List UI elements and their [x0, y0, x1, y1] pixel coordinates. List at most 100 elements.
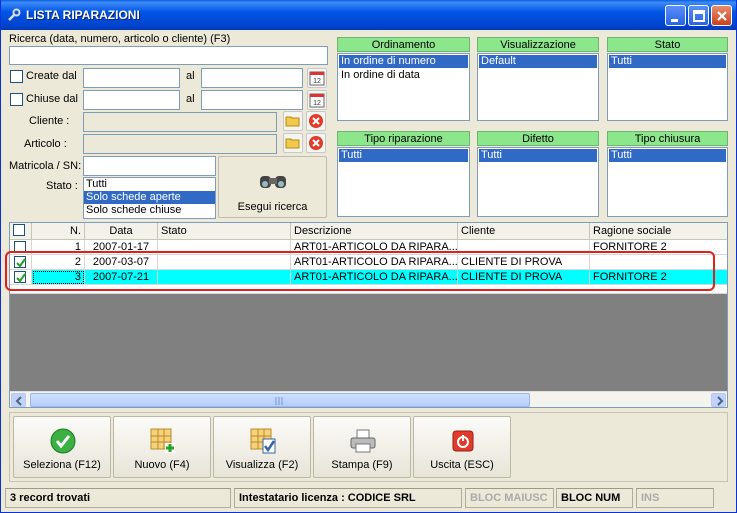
arrow-left-icon [15, 396, 22, 406]
header-descrizione[interactable]: Descrizione [291, 223, 458, 239]
window-title: LISTA RIPARAZIONI [26, 8, 140, 22]
row-checkbox[interactable] [14, 271, 26, 283]
header-n[interactable]: N. [32, 223, 85, 239]
clear-icon [309, 136, 323, 150]
grip-icon [275, 397, 283, 405]
arrow-right-icon [717, 396, 724, 406]
scroll-right-button[interactable] [711, 393, 726, 407]
table-row[interactable]: 2 2007-03-07 ART01-ARTICOLO DA RIPARA...… [10, 255, 727, 270]
created-checkbox[interactable] [10, 70, 23, 83]
folder-icon [285, 138, 300, 149]
row-checkbox-cell[interactable] [10, 240, 32, 255]
ordinamento-option-numero[interactable]: In ordine di numero [339, 55, 468, 68]
visualizzazione-list[interactable]: Default [477, 53, 599, 121]
cell-cliente: CLIENTE DI PROVA [458, 255, 590, 270]
nuovo-button[interactable]: Nuovo (F4) [113, 416, 211, 478]
articolo-clear-button[interactable] [306, 133, 326, 153]
stato-list[interactable]: Tutti Solo schede aperte Solo schede chi… [83, 177, 216, 219]
tipo-riparazione-option-tutti[interactable]: Tutti [339, 149, 468, 162]
header-select-all[interactable] [10, 223, 32, 239]
maximize-button[interactable] [688, 5, 709, 26]
closed-checkbox[interactable] [10, 93, 23, 106]
visualizza-label: Visualizza (F2) [225, 459, 299, 471]
articolo-browse-button[interactable] [283, 133, 303, 153]
search-input[interactable] [9, 46, 328, 65]
stato-option-tutti[interactable]: Tutti [84, 178, 215, 191]
header-data[interactable]: Data [85, 223, 158, 239]
table-row[interactable]: 1 2007-01-17 ART01-ARTICOLO DA RIPARA...… [10, 240, 727, 255]
row-checkbox-cell[interactable] [10, 270, 32, 285]
tipo-chiusura-list[interactable]: Tutti [607, 147, 728, 217]
close-button[interactable] [711, 5, 732, 26]
cliente-label: Cliente : [29, 115, 70, 127]
stampa-label: Stampa (F9) [331, 459, 393, 471]
tipo-riparazione-list[interactable]: Tutti [337, 147, 470, 217]
search-label: Ricerca (data, numero, articolo o client… [9, 33, 231, 45]
select-all-checkbox[interactable] [13, 224, 25, 236]
visualizzazione-option-default[interactable]: Default [479, 55, 597, 68]
grid-header: N. Data Stato Descrizione Cliente Ragion… [10, 223, 727, 240]
cell-stato [158, 270, 291, 285]
results-grid[interactable]: N. Data Stato Descrizione Cliente Ragion… [9, 222, 728, 408]
created-calendar-button[interactable]: 12 [307, 68, 327, 88]
horizontal-scrollbar[interactable] [10, 391, 727, 407]
stampa-button[interactable]: Stampa (F9) [313, 416, 411, 478]
created-to-input[interactable] [201, 68, 303, 88]
cell-stato [158, 255, 291, 270]
title-bar[interactable]: LISTA RIPARAZIONI [1, 0, 736, 30]
cell-ragione-sociale: FORNITORE 2 [590, 270, 727, 285]
cliente-clear-button[interactable] [306, 111, 326, 131]
matricola-input[interactable] [83, 156, 216, 176]
calendar-day-label: 12 [313, 78, 321, 85]
table-row-selected[interactable]: 3 2007-07-21 ART01-ARTICOLO DA RIPARA...… [10, 270, 727, 285]
row-checkbox-cell[interactable] [10, 255, 32, 270]
closed-from-input[interactable] [83, 90, 180, 110]
stato-option-aperte[interactable]: Solo schede aperte [84, 191, 215, 204]
ordinamento-header: Ordinamento [337, 37, 470, 52]
header-stato[interactable]: Stato [158, 223, 291, 239]
cell-n: 1 [32, 240, 85, 255]
empty-new-row[interactable] [10, 285, 727, 294]
minimize-button[interactable] [665, 5, 686, 26]
row-checkbox[interactable] [14, 256, 26, 268]
search-button-label: Esegui ricerca [237, 201, 308, 213]
cell-data: 2007-01-17 [85, 240, 158, 255]
header-cliente[interactable]: Cliente [458, 223, 590, 239]
cell-n: 3 [32, 270, 85, 285]
closed-to-input[interactable] [201, 90, 303, 110]
cell-cliente: CLIENTE DI PROVA [458, 270, 590, 285]
calendar-day-label: 12 [313, 100, 321, 107]
tipo-chiusura-option-tutti[interactable]: Tutti [609, 149, 726, 162]
view-record-icon [250, 428, 276, 454]
header-ragione-sociale[interactable]: Ragione sociale [590, 223, 727, 239]
ordinamento-option-data[interactable]: In ordine di data [339, 69, 468, 82]
seleziona-button[interactable]: Seleziona (F12) [13, 416, 111, 478]
uscita-button[interactable]: Uscita (ESC) [413, 416, 511, 478]
status-license: Intestatario licenza : CODICE SRL [234, 488, 462, 508]
cliente-browse-button[interactable] [283, 111, 303, 131]
stato-option-chiuse[interactable]: Solo schede chiuse [84, 204, 215, 217]
row-checkbox[interactable] [14, 241, 26, 253]
scroll-left-button[interactable] [11, 393, 26, 407]
stato-panel-header: Stato [607, 37, 728, 52]
search-button[interactable]: Esegui ricerca [218, 156, 327, 218]
calendar-icon: 12 [309, 93, 325, 108]
created-from-input[interactable] [83, 68, 180, 88]
app-window: LISTA RIPARAZIONI Ricerca (data, numero,… [0, 0, 737, 513]
cell-n: 2 [32, 255, 85, 270]
closed-calendar-button[interactable]: 12 [307, 90, 327, 110]
created-al-label: al [186, 70, 195, 82]
ordinamento-list[interactable]: In ordine di numero In ordine di data [337, 53, 470, 121]
visualizza-button[interactable]: Visualizza (F2) [213, 416, 311, 478]
difetto-option-tutti[interactable]: Tutti [479, 149, 597, 162]
binoculars-icon [260, 176, 286, 188]
stato-panel-list[interactable]: Tutti [607, 53, 728, 121]
difetto-list[interactable]: Tutti [477, 147, 599, 217]
articolo-input[interactable] [83, 134, 277, 154]
cliente-input[interactable] [83, 112, 277, 132]
stato-label: Stato : [46, 180, 78, 192]
stato-panel-option-tutti[interactable]: Tutti [609, 55, 726, 68]
created-label: Create dal [26, 70, 77, 82]
scroll-thumb[interactable] [30, 393, 530, 407]
difetto-header: Difetto [477, 131, 599, 146]
